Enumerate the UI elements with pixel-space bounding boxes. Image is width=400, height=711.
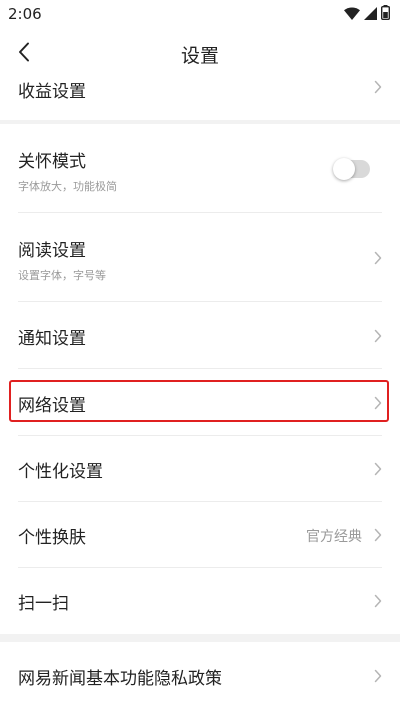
- battery-icon: [380, 4, 390, 24]
- page-title: 设置: [180, 45, 219, 67]
- cellular-signal-icon: [364, 5, 377, 24]
- row-network-settings[interactable]: 网络设置: [0, 369, 400, 436]
- settings-section-privacy: 网易新闻基本功能隐私政策: [0, 642, 400, 711]
- back-button[interactable]: [6, 38, 42, 70]
- chevron-right-icon: [374, 462, 382, 476]
- row-label: 阅读设置: [18, 241, 86, 261]
- row-label: 网络设置: [18, 396, 86, 416]
- status-bar: 2:06: [0, 0, 400, 28]
- chevron-right-icon: [374, 251, 382, 265]
- care-mode-toggle[interactable]: [333, 158, 370, 180]
- row-label: 关怀模式: [18, 152, 86, 172]
- status-icons: [344, 4, 390, 24]
- row-label: 收益设置: [18, 82, 86, 102]
- row-income-settings[interactable]: 收益设置: [0, 80, 400, 120]
- skin-current-value: 官方经典: [306, 529, 362, 545]
- row-privacy-policy[interactable]: 网易新闻基本功能隐私政策: [0, 642, 400, 711]
- row-subtitle: 字体放大，功能极简: [18, 180, 117, 193]
- status-time: 2:06: [8, 5, 42, 23]
- settings-section-main: 关怀模式 字体放大，功能极简 阅读设置 设置字体，字号等 通知设置 网络设置 个…: [0, 124, 400, 634]
- wifi-icon: [344, 5, 360, 24]
- row-scan[interactable]: 扫一扫: [0, 568, 400, 634]
- row-reading-settings[interactable]: 阅读设置 设置字体，字号等: [0, 213, 400, 302]
- row-notification-settings[interactable]: 通知设置: [0, 302, 400, 369]
- row-label: 网易新闻基本功能隐私政策: [18, 669, 222, 689]
- chevron-right-icon: [374, 669, 382, 683]
- row-label: 个性换肤: [18, 528, 86, 548]
- row-label: 扫一扫: [18, 594, 69, 614]
- settings-section-income: 收益设置: [0, 80, 400, 120]
- nav-bar: 设置: [0, 28, 400, 80]
- chevron-right-icon: [374, 396, 382, 410]
- chevron-right-icon: [374, 329, 382, 343]
- row-care-mode[interactable]: 关怀模式 字体放大，功能极简: [0, 124, 400, 213]
- row-personalization-settings[interactable]: 个性化设置: [0, 436, 400, 502]
- chevron-right-icon: [374, 594, 382, 608]
- toggle-knob: [333, 158, 355, 180]
- row-label: 通知设置: [18, 329, 86, 349]
- chevron-right-icon: [374, 528, 382, 542]
- chevron-left-icon: [18, 42, 30, 66]
- row-subtitle: 设置字体，字号等: [18, 269, 106, 282]
- chevron-right-icon: [374, 80, 382, 94]
- row-skin[interactable]: 个性换肤 官方经典: [0, 502, 400, 568]
- row-label: 个性化设置: [18, 462, 103, 482]
